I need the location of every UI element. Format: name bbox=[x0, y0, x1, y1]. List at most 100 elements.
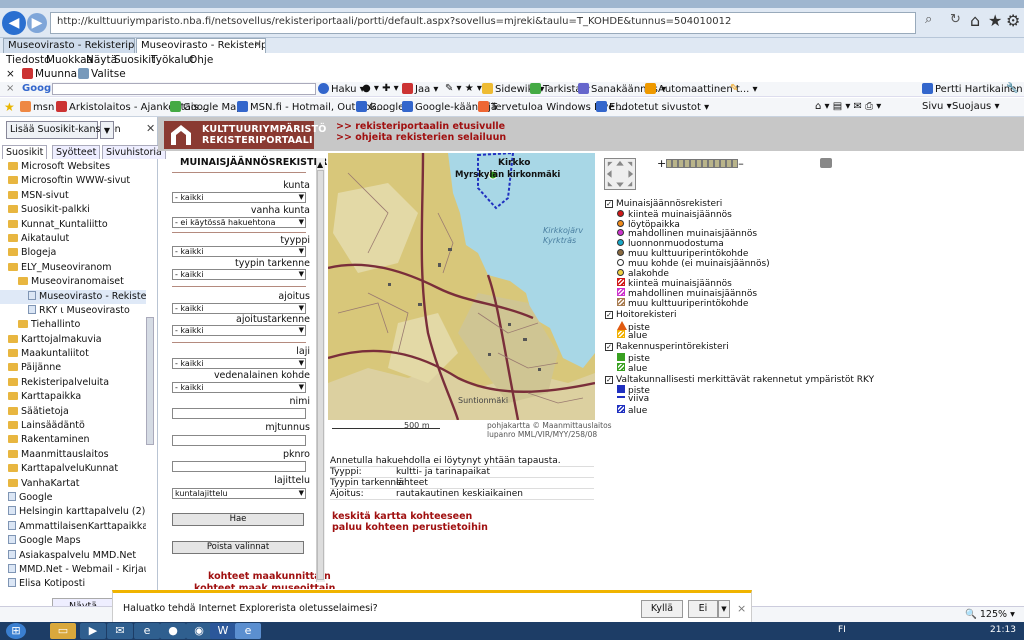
outlook-icon[interactable]: ✉ bbox=[107, 623, 133, 639]
favorites-link[interactable]: Museovirasto - Rekisteripor... bbox=[0, 289, 146, 304]
ie-icon[interactable]: e bbox=[134, 623, 160, 639]
forward-button[interactable]: ▶ bbox=[27, 13, 47, 33]
legend-checkbox[interactable]: ✓ bbox=[605, 375, 613, 384]
favorites-folder[interactable]: KarttapalveluKunnat bbox=[0, 462, 146, 476]
fav-msn[interactable]: msn bbox=[20, 101, 54, 113]
add-favorites-dropdown[interactable]: ▼ bbox=[100, 121, 114, 139]
favorites-folder[interactable]: Museoviranomaiset bbox=[0, 275, 146, 289]
select-laji[interactable]: - kaikki ▼ bbox=[172, 358, 306, 369]
back-button[interactable]: ◀ bbox=[2, 11, 26, 35]
favorites-folder[interactable]: Maakuntaliitot bbox=[0, 347, 146, 361]
language-indicator[interactable]: FI bbox=[838, 625, 846, 635]
fav-google[interactable]: Google bbox=[356, 101, 404, 113]
bookmark-icon[interactable]: ✎ ▾ ★ ▾ bbox=[445, 83, 482, 94]
no-dropdown-button[interactable]: ▼ bbox=[718, 600, 730, 618]
legend-group-title[interactable]: ✓ Muinaisjäännösrekisteri bbox=[605, 199, 845, 210]
legend-group-title[interactable]: ✓ Valtakunnallisesti merkittävät rakennet… bbox=[605, 375, 874, 386]
input-pknro[interactable] bbox=[172, 461, 306, 472]
page-menu[interactable]: Sivu ▾ bbox=[922, 101, 952, 112]
favorites-link[interactable]: Google Maps bbox=[0, 534, 146, 548]
input-mjtunnus[interactable] bbox=[172, 435, 306, 446]
add-favorites-button[interactable]: Lisää Suosikit-kansioon bbox=[6, 121, 121, 139]
close-toolbar-icon[interactable]: × bbox=[6, 83, 14, 94]
link-by-museum[interactable]: kohteet maak.museoittain bbox=[194, 583, 335, 589]
map-view[interactable]: Kirkko Myrskylän kirkonmäki Kirkkojärv K… bbox=[328, 153, 595, 420]
search-icon[interactable]: ⌕ bbox=[925, 12, 932, 27]
menu-view[interactable]: Näytä bbox=[86, 54, 117, 66]
address-input[interactable]: http://kulttuuriymparisto.nba.fi/netsove… bbox=[50, 12, 916, 34]
select-tyypin-tarkenne[interactable]: - kaikki ▼ bbox=[172, 269, 306, 280]
link-portal-home[interactable]: >> rekisteriportaalin etusivulle bbox=[336, 121, 505, 132]
tab-history[interactable]: Sivuhistoria bbox=[102, 145, 166, 159]
favorites-folder[interactable]: Maanmittauslaitos bbox=[0, 448, 146, 462]
globe-icon[interactable]: ● ▾ ✚ ▾ bbox=[362, 83, 399, 94]
legend-group-title[interactable]: ✓ Rakennusperintörekisteri bbox=[605, 342, 845, 353]
tab-feeds[interactable]: Syötteet bbox=[52, 145, 101, 159]
safety-menu[interactable]: Suojaus ▾ bbox=[952, 101, 999, 112]
favorites-folder[interactable]: Säätietoja bbox=[0, 405, 146, 419]
google-search-input[interactable] bbox=[52, 83, 316, 95]
word-icon[interactable]: W bbox=[210, 623, 236, 639]
favorites-folder[interactable]: ELY_Museoviranom bbox=[0, 261, 146, 275]
zoom-slider[interactable]: + – bbox=[657, 157, 744, 170]
favorites-folder[interactable]: Suosikit-palkki bbox=[0, 203, 146, 217]
legend-checkbox[interactable]: ✓ bbox=[605, 343, 613, 352]
link-by-region[interactable]: kohteet maakunnittain bbox=[208, 571, 331, 582]
zoom-in-icon[interactable]: + bbox=[657, 157, 666, 170]
chrome-icon[interactable]: ◉ bbox=[186, 623, 212, 639]
jaa-button[interactable]: Jaa ▾ bbox=[402, 83, 438, 95]
menu-help[interactable]: Ohje bbox=[189, 54, 213, 66]
favorites-folder[interactable]: Rekisteripalveluita bbox=[0, 376, 146, 390]
select-tyyppi[interactable]: - kaikki ▼ bbox=[172, 246, 306, 257]
print-icon[interactable] bbox=[820, 158, 832, 168]
favorites-folder[interactable]: Päijänne bbox=[0, 361, 146, 375]
search-button[interactable]: Hae bbox=[172, 513, 304, 526]
close-panel-icon[interactable]: ✕ bbox=[146, 122, 155, 135]
ie-active-icon[interactable]: e bbox=[235, 623, 261, 639]
menu-tools[interactable]: Työkalut bbox=[151, 54, 194, 66]
favorites-star-icon[interactable]: ★ bbox=[4, 100, 15, 114]
favorites-folder[interactable]: Kunnat_Kuntaliitto bbox=[0, 218, 146, 232]
wrench-icon[interactable]: 🔧 bbox=[1006, 83, 1018, 94]
map-pan-control[interactable] bbox=[604, 158, 636, 190]
clear-selections-button[interactable]: Poista valinnat bbox=[172, 541, 304, 554]
favorites-folder[interactable]: Karttojalmakuvia bbox=[0, 333, 146, 347]
favorites-folder[interactable]: Rakentaminen bbox=[0, 433, 146, 447]
select-button[interactable]: Valitse bbox=[78, 68, 126, 80]
favorites-folder[interactable]: Karttapaikka bbox=[0, 390, 146, 404]
autofill-button[interactable]: Automaattinen t... ▾ bbox=[645, 83, 758, 95]
favorites-folder[interactable]: Microsoftin WWW-sivut bbox=[0, 174, 146, 188]
input-nimi[interactable] bbox=[172, 408, 306, 419]
select-lajittelu[interactable]: kuntalajittelu ▼ bbox=[172, 488, 306, 499]
convert-button[interactable]: Muunna ▾ bbox=[22, 68, 86, 80]
favorites-folder[interactable]: VanhaKartat bbox=[0, 477, 146, 491]
favorites-folder[interactable]: Aikataulut bbox=[0, 232, 146, 246]
select-vedenalainen[interactable]: - kaikki ▼ bbox=[172, 382, 306, 393]
clock[interactable]: 21:13 bbox=[990, 625, 1016, 635]
no-button[interactable]: Ei bbox=[688, 600, 718, 618]
select-kunta[interactable]: - kaikki ▼ bbox=[172, 192, 306, 203]
favorites-star-icon[interactable]: ★ bbox=[988, 11, 1002, 30]
favorites-link[interactable]: Asiakaspalvelu MMD.Net bbox=[0, 549, 146, 563]
start-button[interactable]: ⊞ bbox=[6, 623, 26, 639]
home-icon[interactable]: ⌂ ▾ ▤ ▾ ✉ ⎙ ▾ bbox=[815, 101, 881, 112]
select-vanha-kunta[interactable]: - ei käytössä hakuehtona ▼ bbox=[172, 217, 306, 228]
favorites-folder[interactable]: Blogeja bbox=[0, 246, 146, 260]
firefox-icon[interactable]: ● bbox=[160, 623, 186, 639]
menu-file[interactable]: Tiedosto bbox=[6, 54, 51, 66]
close-icon[interactable]: × bbox=[6, 68, 15, 80]
haku-button[interactable]: Haku ▾ bbox=[318, 83, 365, 95]
explorer-icon[interactable]: ▭ bbox=[50, 623, 76, 639]
favorites-link[interactable]: MMD.Net - Webmail - Kirjaudu si... bbox=[0, 563, 146, 577]
tab-rekisteriportaali-active[interactable]: Museovirasto - Rekisteripor... × bbox=[136, 38, 266, 53]
legend-group-title[interactable]: ✓ Hoitorekisteri bbox=[605, 310, 845, 321]
favorites-folder[interactable]: Microsoft Websites bbox=[0, 160, 146, 174]
highlighter-icon[interactable]: ✎ bbox=[730, 83, 738, 94]
favorites-folder[interactable]: Tiehallinto bbox=[0, 318, 146, 332]
favorites-folder[interactable]: MSN-sivut bbox=[0, 189, 146, 203]
link-help[interactable]: >> ohjeita rekisterien selailuun bbox=[336, 132, 506, 143]
scroll-up-icon[interactable]: ▲ bbox=[317, 160, 323, 169]
favorites-link[interactable]: AmmattilaisenKarttapaikka bbox=[0, 520, 146, 534]
favorites-link[interactable]: RKY ι Museovirasto bbox=[0, 304, 146, 318]
favorites-scrollbar[interactable] bbox=[146, 317, 154, 445]
